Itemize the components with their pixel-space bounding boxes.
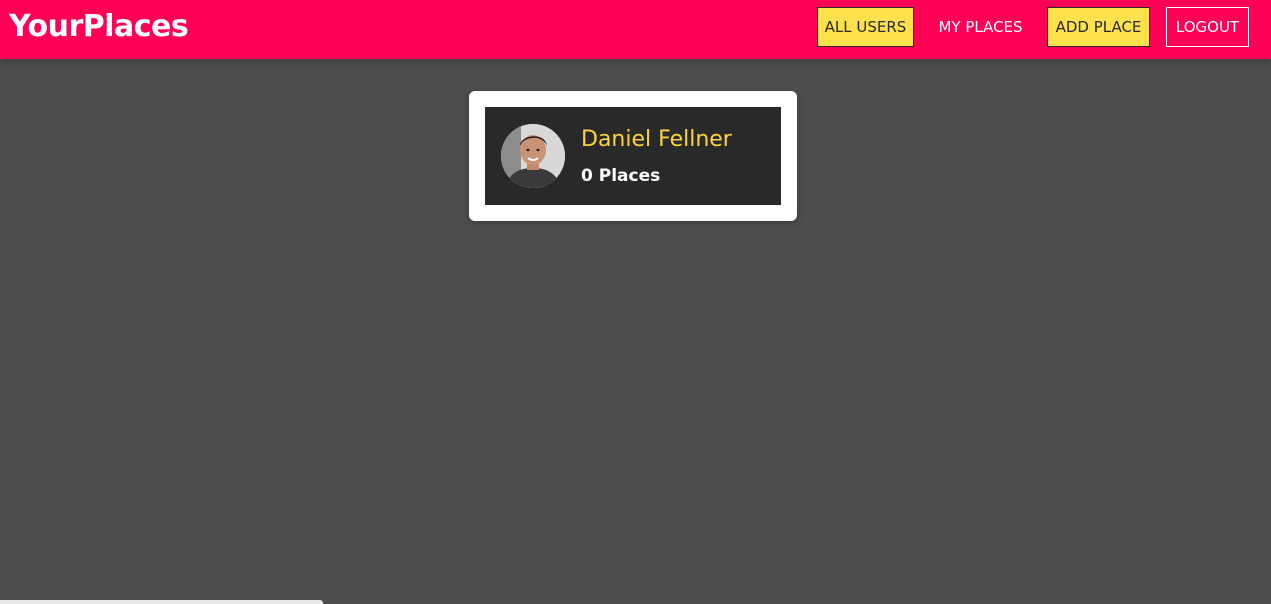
bottom-edge-element — [0, 600, 323, 604]
user-places-count: 0 Places — [581, 166, 661, 186]
user-card: Daniel Fellner 0 Places — [469, 91, 797, 221]
user-card-link[interactable]: Daniel Fellner 0 Places — [485, 107, 781, 205]
main-header: YourPlaces ALL USERS MY PLACES ADD PLACE… — [0, 0, 1271, 59]
nav-add-place-button[interactable]: ADD PLACE — [1047, 7, 1150, 47]
logout-button[interactable]: LOGOUT — [1166, 7, 1249, 47]
nav-all-users-button[interactable]: ALL USERS — [817, 7, 914, 47]
user-avatar-icon — [501, 124, 565, 188]
nav-my-places-link[interactable]: MY PLACES — [930, 7, 1031, 47]
user-name: Daniel Fellner — [581, 127, 732, 152]
app-logo[interactable]: YourPlaces — [9, 7, 189, 47]
